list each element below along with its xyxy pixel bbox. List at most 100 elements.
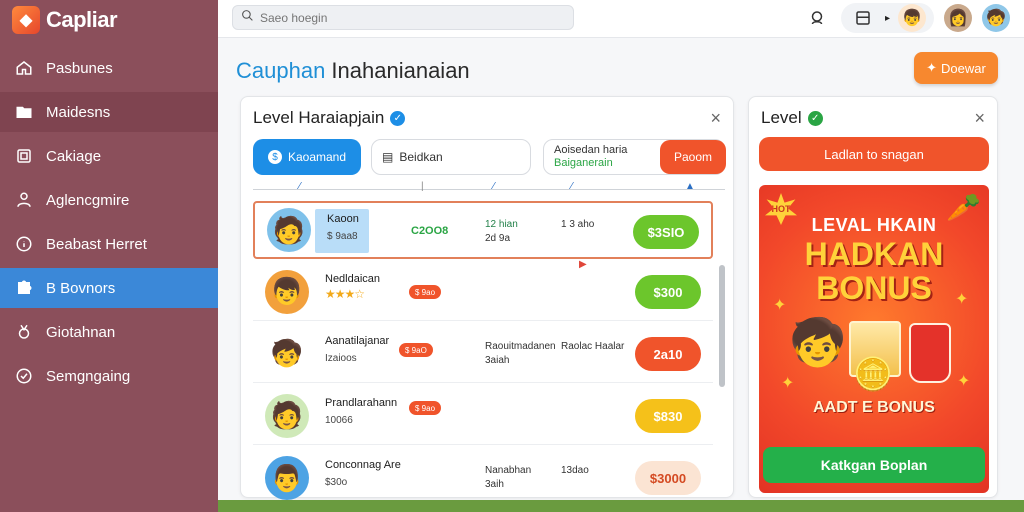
sidebar-item-aglencgmire[interactable]: Aglencgmire (0, 180, 218, 220)
mascot-avatar: 👦 (898, 4, 926, 32)
promo-caption: AADT E BONUS (813, 399, 935, 416)
tick-mark-icon: ⁄ (299, 181, 301, 192)
tab-label: Beidkan (399, 150, 443, 164)
row-avatar: 🧒 (265, 331, 309, 376)
user-avatar[interactable]: 👩 (944, 4, 972, 32)
sparkle-icon: ✦ (781, 375, 795, 392)
row-badge: $ 9ao (409, 401, 442, 415)
filter-tabs: $ Kaoamand ▤ Beidkan Aoisedan haria Baig… (253, 139, 726, 175)
headset-button[interactable] (803, 4, 831, 32)
top-actions: ▸ 👦 👩 🧒 (803, 3, 1010, 33)
discover-label: Doewar (941, 60, 986, 76)
sidebar-item-label: Semgngaing (46, 367, 131, 385)
row-detail-sub: 2d 9a (485, 233, 511, 244)
tab-kaoamand[interactable]: $ Kaoamand (253, 139, 361, 175)
sidebar-item-label: Giotahnan (46, 323, 116, 341)
tab-3-text: Aoisedan haria Baiganerain (554, 144, 627, 170)
row-price-button[interactable]: $3000 (635, 461, 701, 495)
rating-stars-icon: ★★★☆ (325, 287, 365, 301)
puzzle-icon (14, 278, 34, 298)
friend-avatar[interactable]: 🧒 (982, 4, 1010, 32)
account-pill[interactable]: ▸ 👦 (840, 3, 934, 33)
bonus-panel-title: Level ✓ (761, 108, 823, 128)
bonus-panel: Level ✓ × Ladlan to snagan HOT 🥕 LEVAL H… (748, 96, 998, 498)
background-grass (218, 500, 1024, 512)
table-row[interactable]: 👨 Conconnag Are $30o Nanabhan 3aih 13dao… (253, 449, 713, 507)
row-avatar: 👨 (265, 456, 309, 500)
row-name: Kaoon (327, 213, 359, 225)
sidebar-item-label: Pasbunes (46, 59, 113, 77)
row-badge: $ 9aO (399, 343, 433, 357)
table-row[interactable]: 🧒 Aanatilajanar Izaioos $ 9aO Raouitmada… (253, 325, 713, 383)
promo-cta-button[interactable]: Katkgan Boplan (763, 447, 985, 483)
sidebar-item-semgngaing[interactable]: Semgngaing (0, 356, 218, 396)
row-name: Prandlarahann (325, 397, 398, 409)
window-icon (849, 4, 877, 32)
tick-mark-icon: | (421, 181, 424, 192)
row-sub: $ 9aa8 (327, 231, 358, 242)
tab-beidkan[interactable]: ▤ Beidkan (371, 139, 531, 175)
row-name: Aanatilajanar (325, 335, 390, 347)
top-bar: ▸ 👦 👩 🧒 (218, 0, 1024, 38)
promo-title-line1: HADKAN (804, 236, 944, 272)
table-row[interactable]: 🧑 Prandlarahann 10066 $ 9ao $830 (253, 387, 713, 445)
sidebar-item-pasbunes[interactable]: Pasbunes (0, 48, 218, 88)
level-up-button[interactable]: Ladlan to snagan (759, 137, 989, 171)
hero-character-icon: 🧒 (789, 316, 847, 368)
close-icon[interactable]: × (974, 108, 985, 129)
row-detail: Raouitmadanen (485, 341, 556, 352)
coins-icon: 🪙 (853, 356, 893, 392)
row-sub: $30o (325, 477, 348, 488)
close-icon[interactable]: × (710, 108, 721, 129)
brand-name: Capliar (46, 7, 118, 32)
cup-icon (909, 323, 951, 383)
row-detail: 12 hian (485, 219, 518, 230)
level-panel: Level Haraiapjain ✓ × $ Kaoamand ▤ Beidk… (240, 96, 734, 500)
search-input[interactable] (260, 10, 560, 25)
sparkle-icon: ✦ (955, 291, 969, 308)
row-detail-sub: 3aih (485, 479, 504, 490)
search-box[interactable] (232, 5, 574, 30)
sidebar-item-beabast-herret[interactable]: Beabast Herret (0, 224, 218, 264)
row-badge: $ 9ao (409, 285, 442, 299)
headset-icon (811, 11, 823, 25)
table-row[interactable]: 👦 Nedldaican ★★★☆ $ 9ao $300 (253, 263, 713, 321)
row-price-button[interactable]: $3SIO (633, 215, 699, 249)
row-price-button[interactable]: $300 (635, 275, 701, 309)
row-name: Nedldaican (325, 273, 381, 285)
tab-paoom-button[interactable]: Paoom (660, 140, 726, 174)
level-panel-title-text: Level Haraiapjain (253, 108, 385, 127)
row-price-button[interactable]: 2a10 (635, 337, 701, 371)
promo-banner[interactable]: HOT 🥕 LEVAL HKAIN HADKAN BONUS ✦ ✦ ✦ ✦ 🧒… (759, 185, 989, 493)
row-extra: 1 3 aho (561, 219, 595, 230)
sidebar-item-cakiage[interactable]: Cakiage (0, 136, 218, 176)
row-detail-sub: 3aiah (485, 355, 510, 366)
row-extra: 13dao (561, 465, 589, 476)
sidebar-item-label: Beabast Herret (46, 235, 147, 253)
brand[interactable]: ◆ Capliar (0, 0, 218, 40)
box-icon (14, 146, 34, 166)
folder-icon (14, 102, 34, 122)
table-row[interactable]: 🧑 Kaoon $ 9aa8 C2OO8 12 hian 2d 9a 1 3 a… (253, 201, 713, 259)
verified-icon: ✓ (390, 110, 406, 126)
sidebar-item-giotahnan[interactable]: Giotahnan (0, 312, 218, 352)
sidebar-item-maidesns[interactable]: Maidesns (0, 92, 218, 132)
sidebar-item-bovnors[interactable]: B Bovnors (0, 268, 218, 308)
tab-3-line2: Baiganerain (554, 157, 613, 169)
row-price-button[interactable]: $830 (635, 399, 701, 433)
level-panel-title: Level Haraiapjain ✓ (253, 108, 406, 128)
sidebar-item-label: Maidesns (46, 103, 111, 121)
row-detail: Nanabhan (485, 465, 532, 476)
level-panel-header: Level Haraiapjain ✓ × (241, 97, 733, 129)
sparkle-icon: ✦ (957, 373, 971, 390)
list-scrollbar[interactable] (719, 265, 725, 387)
tab-aoisedan[interactable]: Aoisedan haria Baiganerain Paoom (543, 139, 726, 175)
promo-headline: LEVAL HKAIN (811, 215, 937, 235)
bonus-panel-header: Level ✓ × (749, 97, 997, 129)
discover-button[interactable]: ✦ Doewar (914, 52, 998, 84)
home-icon (14, 58, 34, 78)
brand-logo-icon: ◆ (12, 6, 40, 34)
arrow-right-icon: ▸ (884, 12, 890, 24)
verified-icon: ✓ (807, 110, 823, 126)
sidebar-item-label: Cakiage (46, 147, 102, 165)
